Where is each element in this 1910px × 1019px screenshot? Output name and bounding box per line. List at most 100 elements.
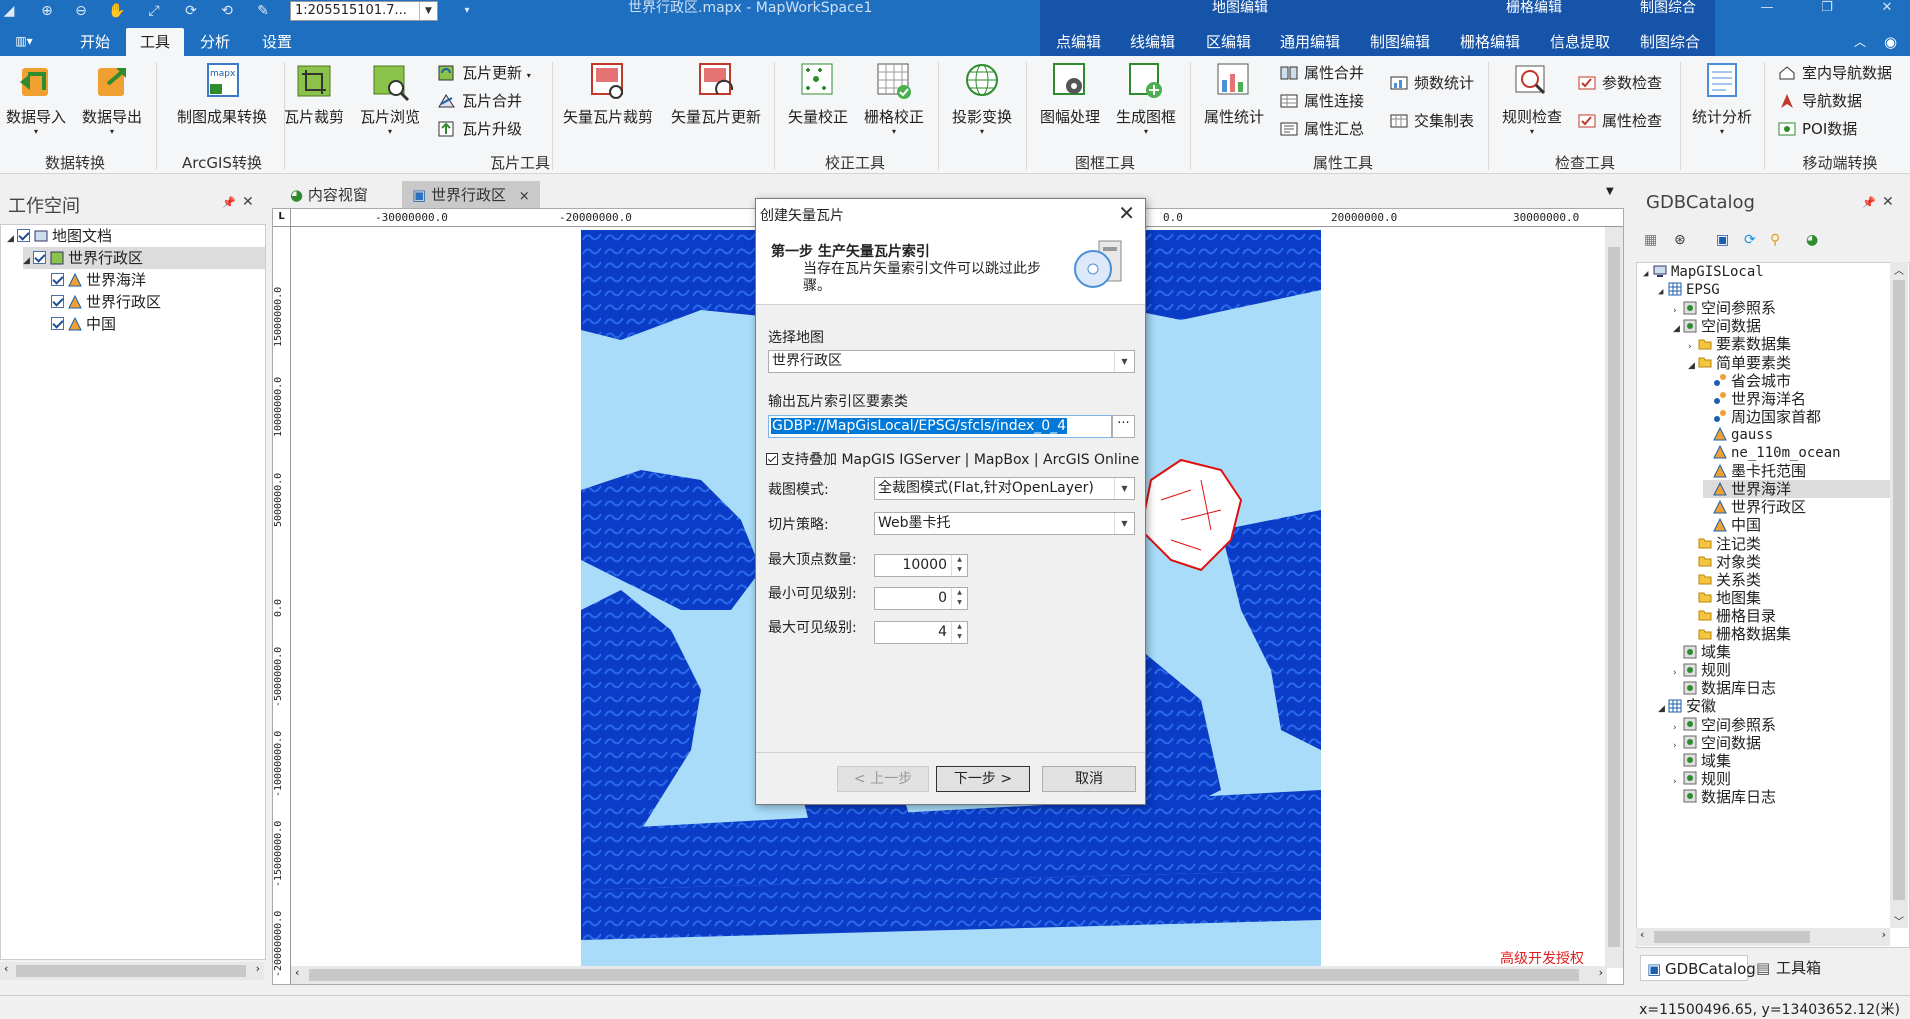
gdb-hscrollbar[interactable]: ‹ › — [1636, 928, 1890, 946]
attr-stats-button[interactable]: 属性统计 — [1196, 60, 1272, 127]
scroll-thumb[interactable] — [1893, 280, 1905, 900]
carto-result-convert-button[interactable]: mapx 制图成果转换 — [166, 60, 278, 127]
scroll-right-icon[interactable]: › — [1599, 966, 1603, 979]
gdb-tree-node[interactable]: 数据库日志 — [1673, 679, 1776, 697]
attr-summary-button[interactable]: 属性汇总 — [1278, 116, 1364, 142]
gdb-tree-node[interactable]: ◢ MapGISLocal — [1643, 263, 1764, 281]
scroll-thumb[interactable] — [309, 969, 1579, 981]
refresh-icon[interactable]: ⟳ — [182, 2, 200, 20]
tree-node-layer[interactable]: 中国 — [51, 313, 116, 335]
layer-checkbox[interactable] — [51, 273, 64, 286]
minimize-icon[interactable]: — — [1752, 0, 1782, 18]
stat-analysis-button[interactable]: 统计分析 ▾ — [1684, 60, 1760, 137]
tab-carto-edit[interactable]: 制图编辑 — [1362, 28, 1438, 56]
tile-browse-button[interactable]: 瓦片浏览 ▾ — [354, 60, 426, 137]
gdb-tree-node[interactable]: 域集 — [1673, 752, 1731, 770]
pin-icon[interactable]: 📌 — [1862, 196, 1876, 209]
raster-correct-button[interactable]: 栅格校正 ▾ — [856, 60, 932, 137]
gdb-tree-node[interactable]: 世界海洋 — [1703, 480, 1893, 499]
pan-icon[interactable]: ✋ — [108, 2, 126, 20]
globe-icon[interactable]: ◕ — [1806, 232, 1818, 248]
data-import-button[interactable]: 数据导入 ▾ — [0, 60, 72, 137]
gdb-tree-node[interactable]: › 要素数据集 — [1688, 335, 1791, 353]
close-panel-icon[interactable]: ✕ — [242, 194, 254, 210]
tile-upgrade-button[interactable]: 瓦片升级 — [436, 116, 522, 142]
vector-correct-button[interactable]: 矢量校正 — [780, 60, 856, 127]
tab-gdb-catalog[interactable]: ▣ GDBCatalog — [1640, 955, 1756, 981]
attr-check-button[interactable]: 属性检查 — [1576, 108, 1662, 134]
vector-tile-clip-button[interactable]: 矢量瓦片裁剪 — [558, 60, 658, 127]
collapse-icon[interactable]: ◢ — [1658, 700, 1668, 718]
catalog-tool-icon[interactable]: ▦ — [1644, 232, 1657, 248]
scroll-thumb[interactable] — [1608, 247, 1620, 947]
layer-checkbox[interactable] — [51, 317, 64, 330]
collapse-icon[interactable]: ◢ — [1643, 265, 1653, 283]
map-hscrollbar[interactable]: ‹ › — [291, 966, 1607, 984]
gdb-tree-node[interactable]: › 空间数据 — [1673, 734, 1761, 752]
zoom-out-icon[interactable]: ⊖ — [72, 2, 90, 20]
gdb-tree-node[interactable]: gauss — [1703, 426, 1773, 444]
tab-carto-general[interactable]: 制图综合 — [1632, 28, 1708, 56]
tab-info-extract[interactable]: 信息提取 — [1542, 28, 1618, 56]
browse-button[interactable]: ··· — [1112, 415, 1135, 438]
clip-mode-combo[interactable]: 全裁图模式(Flat,针对OpenLayer) ▼ — [874, 477, 1135, 500]
tab-raster-edit[interactable]: 栅格编辑 — [1452, 28, 1528, 56]
expand-icon[interactable]: ◢ — [1673, 320, 1683, 338]
strategy-combo[interactable]: Web墨卡托 ▼ — [874, 512, 1135, 535]
gdb-tree-node[interactable]: 世界行政区 — [1703, 498, 1806, 516]
close-panel-icon[interactable]: ✕ — [1882, 194, 1894, 210]
chevron-down-icon[interactable]: ▼ — [1114, 513, 1134, 534]
gdb-tree-node[interactable]: › 规则 — [1673, 770, 1731, 788]
tab-general-edit[interactable]: 通用编辑 — [1272, 28, 1348, 56]
tab-settings[interactable]: 设置 — [254, 28, 300, 56]
prev-button[interactable]: < 上一步 — [837, 766, 929, 792]
gdb-tree-node[interactable]: 中国 — [1703, 516, 1761, 534]
tree-node-map[interactable]: ◢ 世界行政区 — [23, 247, 265, 269]
refresh-icon[interactable]: ⟳ — [1744, 232, 1756, 248]
projection-transform-button[interactable]: 投影变换 ▾ — [944, 60, 1020, 137]
layer-checkbox[interactable] — [33, 251, 46, 264]
max-level-stepper[interactable]: 4 ▲ ▼ — [874, 621, 968, 644]
collapse-icon[interactable]: ◢ — [1688, 357, 1698, 375]
gdb-tree-node[interactable]: › 空间参照系 — [1673, 716, 1776, 734]
tab-map-world[interactable]: ▣ 世界行政区 × — [402, 181, 540, 209]
support-overlay-checkbox[interactable] — [766, 453, 778, 465]
tile-merge-button[interactable]: 瓦片合并 — [436, 88, 522, 114]
tab-line-edit[interactable]: 线编辑 — [1122, 28, 1183, 56]
gdb-tree-node[interactable]: ◢ 安徽 — [1658, 697, 1716, 715]
output-path-input[interactable]: GDBP://MapGisLocal/EPSG/sfcls/index_0_4 — [768, 415, 1112, 438]
tab-list-dropdown-icon[interactable]: ▼ — [1606, 186, 1614, 197]
next-button[interactable]: 下一步 > — [936, 766, 1030, 792]
sheet-process-button[interactable]: 图幅处理 — [1032, 60, 1108, 127]
tab-tools[interactable]: 工具 — [126, 28, 184, 56]
tab-toolbox[interactable]: ▤ 工具箱 — [1752, 955, 1821, 981]
scroll-right-icon[interactable]: › — [1882, 928, 1886, 941]
gdb-tree-node[interactable]: 栅格数据集 — [1688, 625, 1791, 643]
max-vertex-stepper[interactable]: 10000 ▲ ▼ — [874, 554, 968, 577]
nav-data-button[interactable]: 导航数据 — [1776, 88, 1862, 114]
gdb-tree-node[interactable]: › 空间参照系 — [1673, 299, 1776, 317]
search-icon[interactable]: ⚲ — [1770, 232, 1780, 248]
tab-point-edit[interactable]: 点编辑 — [1048, 28, 1109, 56]
spin-arrows-icon[interactable]: ▲ ▼ — [951, 588, 967, 609]
generate-frame-button[interactable]: 生成图框 ▾ — [1108, 60, 1184, 137]
gdb-tree-node[interactable]: ◢ 空间数据 — [1673, 317, 1761, 335]
scroll-left-icon[interactable]: ‹ — [295, 966, 299, 979]
spin-arrows-icon[interactable]: ▲ ▼ — [951, 622, 967, 643]
help-icon[interactable]: ◉ — [1876, 28, 1905, 56]
layer-checkbox[interactable] — [17, 229, 30, 242]
pin-icon[interactable]: 📌 — [222, 196, 236, 209]
gdb-tree-node[interactable]: ◢ EPSG — [1658, 281, 1720, 299]
gdb-tree-node[interactable]: 省会城市 — [1703, 372, 1791, 390]
tab-area-edit[interactable]: 区编辑 — [1198, 28, 1259, 56]
close-tab-icon[interactable]: × — [519, 189, 530, 204]
maximize-icon[interactable]: ❐ — [1812, 0, 1842, 18]
gdb-tree-node[interactable]: 关系类 — [1688, 571, 1761, 589]
scroll-left-icon[interactable]: ‹ — [4, 962, 8, 975]
scale-combo[interactable]: 1:205515101.7... ▼ — [290, 1, 438, 21]
freq-stats-button[interactable]: 频数统计 — [1388, 70, 1474, 96]
rule-check-button[interactable]: 规则检查 ▾ — [1494, 60, 1570, 137]
tab-content-view[interactable]: ◕ 内容视窗 — [280, 181, 378, 209]
collapse-icon[interactable]: ◢ — [1658, 283, 1668, 301]
chevron-down-icon[interactable]: ▼ — [1114, 478, 1134, 499]
